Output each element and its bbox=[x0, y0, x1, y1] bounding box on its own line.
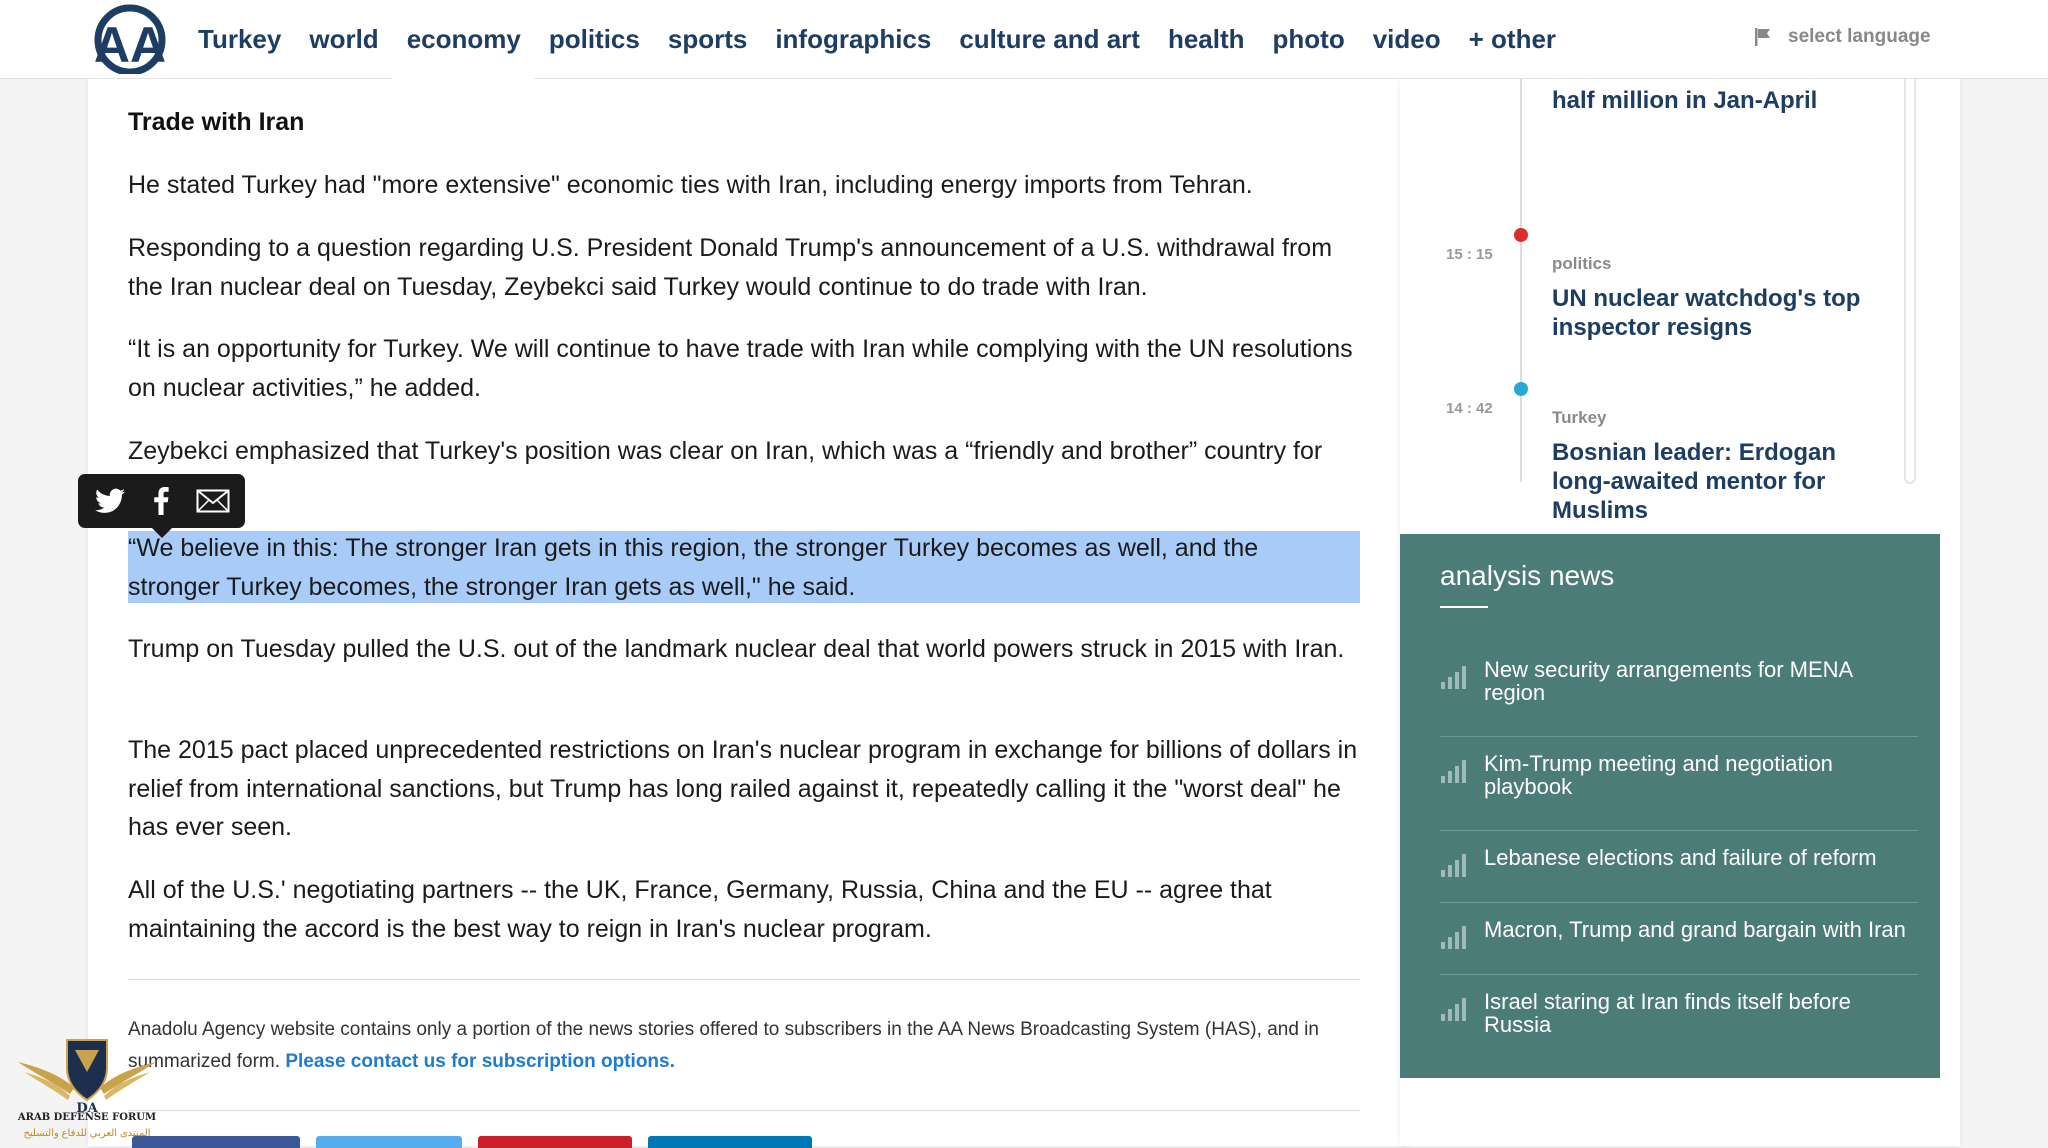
subscription-note: Anadolu Agency website contains only a p… bbox=[128, 1014, 1368, 1078]
timeline-category[interactable]: Turkey bbox=[1552, 408, 1607, 428]
share-selection-popover bbox=[78, 474, 245, 538]
watermark-subtitle: المنتدى العربي للدفاع والتسليح bbox=[23, 1128, 151, 1139]
pinterest-share-button[interactable] bbox=[478, 1136, 632, 1148]
analysis-news-panel: analysis news New security arrangements … bbox=[1400, 534, 1940, 1078]
divider bbox=[1440, 902, 1918, 903]
divider bbox=[128, 979, 1360, 980]
watermark-title: ARAB DEFENSE FORUM bbox=[17, 1112, 157, 1123]
timeline-item-title[interactable]: UN nuclear watchdog's top inspector resi… bbox=[1552, 284, 1882, 342]
nav-other[interactable]: + other bbox=[1469, 24, 1556, 55]
selected-quote-paragraph[interactable]: “We believe in this: The stronger Iran g… bbox=[128, 529, 1308, 606]
timeline-dot bbox=[1514, 382, 1528, 396]
timeline-scrollbar[interactable] bbox=[1904, 78, 1916, 484]
nav-sports[interactable]: sports bbox=[668, 24, 747, 55]
article-paragraph: He stated Turkey had "more extensive" ec… bbox=[128, 171, 1253, 199]
facebook-icon[interactable] bbox=[139, 479, 183, 523]
twitter-icon[interactable] bbox=[88, 479, 132, 523]
nav-video[interactable]: video bbox=[1373, 24, 1441, 55]
timeline-dot bbox=[1514, 228, 1528, 242]
analysis-news-title[interactable]: New security arrangements for MENA regio… bbox=[1484, 658, 1914, 704]
top-navigation-bar: AA Turkey world economy politics sports … bbox=[0, 0, 2048, 80]
article-paragraph: All of the U.S.' negotiating partners --… bbox=[128, 876, 1272, 943]
analysis-news-heading: analysis news bbox=[1440, 560, 1615, 591]
signal-bars-icon bbox=[1441, 666, 1466, 689]
signal-bars-icon bbox=[1441, 998, 1466, 1021]
article-paragraph: Zeybekci emphasized that Turkey's positi… bbox=[128, 437, 1323, 465]
linkedin-share-button[interactable] bbox=[648, 1136, 812, 1148]
twitter-share-button[interactable] bbox=[316, 1136, 462, 1148]
timeline-time: 14 : 42 bbox=[1446, 400, 1493, 417]
nav-health[interactable]: health bbox=[1168, 24, 1245, 55]
heading-underline bbox=[1440, 606, 1488, 608]
share-buttons-row bbox=[132, 1136, 828, 1148]
nav-photo[interactable]: photo bbox=[1273, 24, 1345, 55]
article-paragraph: “It is an opportunity for Turkey. We wil… bbox=[128, 335, 1353, 402]
nav-economy[interactable]: economy bbox=[407, 24, 521, 55]
signal-bars-icon bbox=[1441, 926, 1466, 949]
timeline-line bbox=[1520, 78, 1522, 482]
subscription-link[interactable]: Please contact us for subscription optio… bbox=[285, 1051, 675, 1072]
language-selector[interactable]: select language bbox=[1754, 26, 1931, 48]
timeline-item-title[interactable]: Bosnian leader: Erdogan long-awaited men… bbox=[1552, 438, 1882, 525]
analysis-news-title[interactable]: Lebanese elections and failure of reform bbox=[1484, 846, 1914, 869]
flag-icon bbox=[1755, 28, 1770, 46]
divider bbox=[1440, 830, 1918, 831]
main-nav: Turkey world economy politics sports inf… bbox=[198, 0, 1584, 78]
nav-world[interactable]: world bbox=[309, 24, 378, 55]
language-label: select language bbox=[1788, 26, 1931, 47]
nav-infographics[interactable]: infographics bbox=[775, 24, 931, 55]
analysis-news-title[interactable]: Israel staring at Iran finds itself befo… bbox=[1484, 990, 1914, 1036]
signal-bars-icon bbox=[1441, 854, 1466, 877]
article-paragraph: Responding to a question regarding U.S. … bbox=[128, 234, 1333, 301]
nav-culture-and-art[interactable]: culture and art bbox=[959, 24, 1140, 55]
nav-turkey[interactable]: Turkey bbox=[198, 24, 281, 55]
anadolu-agency-logo[interactable]: AA bbox=[86, 2, 174, 76]
analysis-news-title[interactable]: Macron, Trump and grand bargain with Ira… bbox=[1484, 918, 1914, 941]
divider bbox=[1440, 974, 1918, 975]
timeline-item-title[interactable]: half million in Jan-April bbox=[1552, 86, 1882, 115]
divider bbox=[128, 1110, 1360, 1111]
eagle-shield-logo: DA bbox=[18, 1039, 156, 1116]
timeline-category[interactable]: politics bbox=[1552, 254, 1612, 274]
divider bbox=[1440, 736, 1918, 737]
arab-defense-forum-watermark: DA ARAB DEFENSE FORUM المنتدى العربي للد… bbox=[12, 1028, 162, 1146]
article-paragraph: Trump on Tuesday pulled the U.S. out of … bbox=[128, 635, 1345, 663]
nav-active-indicator bbox=[392, 76, 534, 80]
mail-icon[interactable] bbox=[191, 479, 235, 523]
article-body: Trade with Iran He stated Turkey had "mo… bbox=[88, 78, 1408, 1148]
signal-bars-icon bbox=[1441, 760, 1466, 783]
analysis-news-title[interactable]: Kim-Trump meeting and negotiation playbo… bbox=[1484, 752, 1914, 798]
nav-politics[interactable]: politics bbox=[549, 24, 640, 55]
section-subheading: Trade with Iran bbox=[128, 108, 305, 136]
right-sidebar: half million in Jan-April 15 : 15 politi… bbox=[1400, 78, 1960, 1146]
article-paragraph: The 2015 pact placed unprecedented restr… bbox=[128, 736, 1358, 841]
timeline-time: 15 : 15 bbox=[1446, 246, 1493, 263]
logo-text: AA bbox=[94, 17, 166, 73]
